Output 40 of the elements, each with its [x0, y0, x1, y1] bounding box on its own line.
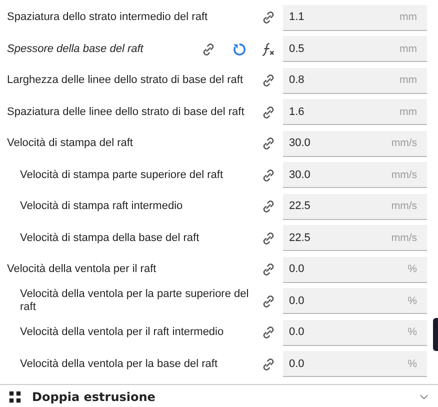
value-field[interactable]: 0.5 mm — [283, 36, 427, 62]
value-field[interactable]: 22.5 mm/s — [283, 194, 427, 220]
value-field[interactable]: 0.0 % — [283, 288, 427, 314]
unit-label: mm — [400, 74, 417, 86]
unit-label: mm — [400, 106, 417, 118]
value-field[interactable]: 0.0 % — [283, 320, 427, 346]
value-field[interactable]: 1.1 mm — [283, 4, 427, 31]
setting-label: Velocità di stampa della base del raft — [20, 232, 200, 245]
unit-label: mm/s — [391, 232, 417, 244]
scrollbar-thumb[interactable] — [433, 318, 438, 351]
value-field[interactable]: 22.5 mm/s — [283, 225, 427, 252]
setting-label: Spaziatura delle linee dello strato di base del raft — [7, 106, 246, 119]
section-title[interactable]: Doppia estrusione — [32, 390, 408, 404]
function-icon[interactable] — [260, 40, 276, 58]
unit-label: mm/s — [391, 200, 417, 212]
setting-label: Spaziatura dello strato intermedio del raft — [7, 11, 209, 24]
setting-label: Velocità di stampa parte superiore del raft — [20, 168, 224, 182]
setting-label: Larghezza delle linee dello strato di base del raft — [7, 74, 244, 88]
setting-label: Velocità della ventola per la parte superiore del raft — [20, 288, 250, 314]
setting-label: Velocità di stampa raft intermedio — [20, 200, 184, 214]
value-field[interactable]: 30.0 mm/s — [283, 130, 427, 157]
unit-label: % — [408, 326, 417, 338]
value-field[interactable]: 0.8 mm — [283, 68, 427, 94]
unit-label: mm/s — [391, 168, 417, 181]
unit-label: mm — [400, 42, 417, 55]
unit-label: % — [408, 294, 417, 307]
value-field[interactable]: 1.6 mm — [283, 99, 427, 126]
value-field[interactable]: 0.0 % — [283, 256, 427, 283]
grid-icon — [8, 390, 22, 404]
unit-label: mm/s — [391, 137, 417, 150]
setting-label: Velocità della ventola per la base del raft — [20, 358, 219, 371]
unit-label: % — [408, 263, 417, 276]
unit-label: % — [408, 358, 417, 370]
setting-label: Velocità della ventola per il raft intermedio — [20, 326, 225, 340]
value-field[interactable]: 30.0 mm/s — [283, 162, 427, 188]
setting-label: Velocità della ventola per il raft — [7, 263, 158, 276]
unit-label: mm — [400, 11, 417, 24]
setting-label: Spessore della base del raft — [7, 42, 145, 56]
value-field[interactable]: 0.0 % — [283, 351, 427, 378]
setting-label: Velocità di stampa del raft — [7, 137, 134, 150]
